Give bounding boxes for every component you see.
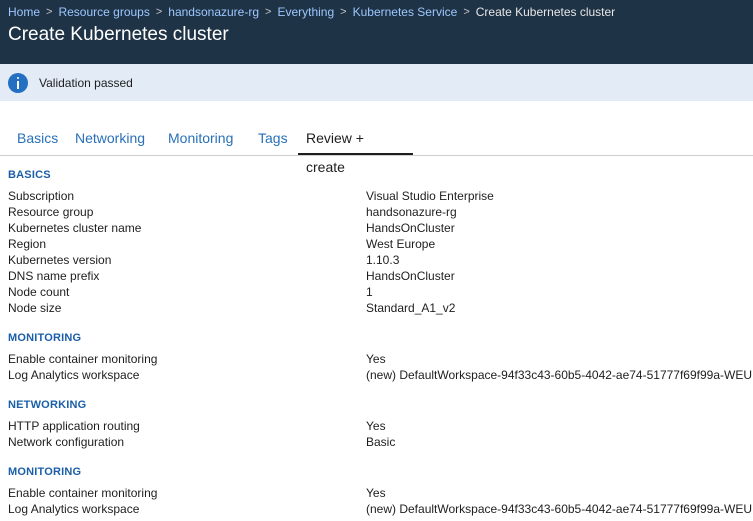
row-label: Network configuration (8, 435, 125, 449)
portal-header: Home > Resource groups > handsonazure-rg… (0, 0, 753, 64)
tab-tags[interactable]: Tags (250, 124, 296, 153)
breadcrumb-kubernetes-service[interactable]: Kubernetes Service (353, 4, 458, 20)
row-label: Kubernetes cluster name (8, 221, 142, 235)
info-icon (8, 72, 28, 93)
summary-row: Log Analytics workspace (new) DefaultWor… (8, 367, 753, 383)
row-label: Subscription (8, 189, 75, 203)
breadcrumb-everything[interactable]: Everything (277, 4, 334, 20)
row-value: HandsOnCluster (366, 269, 455, 283)
chevron-right-icon: > (340, 6, 347, 18)
section-title-monitoring: MONITORING (8, 466, 82, 478)
row-label: DNS name prefix (8, 269, 100, 283)
validation-banner: Validation passed (0, 64, 753, 101)
row-value: Yes (366, 486, 386, 500)
row-value: (new) DefaultWorkspace-94f33c43-60b5-404… (366, 502, 753, 516)
breadcrumb-current: Create Kubernetes cluster (475, 5, 616, 19)
row-label: Enable container monitoring (8, 352, 158, 366)
row-label: Kubernetes version (8, 253, 112, 267)
section-title-networking: NETWORKING (8, 399, 87, 411)
row-value: Basic (366, 435, 396, 449)
row-label: Resource group (8, 205, 94, 219)
tab-networking[interactable]: Networking (67, 124, 153, 153)
summary-row: Resource group handsonazure-rg (8, 204, 753, 220)
row-value: 1 (366, 285, 373, 299)
summary-row: Enable container monitoring Yes (8, 351, 753, 367)
row-value: Visual Studio Enterprise (366, 189, 494, 203)
section-title-monitoring: MONITORING (8, 332, 82, 344)
summary-row: Node count 1 (8, 284, 753, 300)
chevron-right-icon: > (265, 6, 272, 18)
tab-monitoring[interactable]: Monitoring (160, 124, 241, 153)
chevron-right-icon: > (46, 6, 53, 18)
tab-review-create[interactable]: Review + create (298, 124, 413, 175)
summary-row: Kubernetes version 1.10.3 (8, 252, 753, 268)
chevron-right-icon: > (155, 6, 163, 18)
summary-row: Log Analytics workspace (new) DefaultWor… (8, 501, 753, 517)
breadcrumb-resource-groups[interactable]: Resource groups (58, 4, 149, 20)
row-label: Enable container monitoring (8, 486, 158, 500)
breadcrumb-home[interactable]: Home (8, 4, 40, 20)
summary-row: Region West Europe (8, 236, 753, 252)
row-value: HandsOnCluster (366, 221, 455, 235)
summary-row: Network configuration Basic (8, 434, 753, 450)
section-title-basics: BASICS (8, 169, 51, 181)
breadcrumb-resource-group[interactable]: handsonazure-rg (168, 4, 259, 20)
summary-row: DNS name prefix HandsOnCluster (8, 268, 753, 284)
row-value: 1.10.3 (366, 253, 400, 267)
row-value: West Europe (366, 237, 436, 251)
row-label: HTTP application routing (8, 419, 140, 433)
validation-message: Validation passed (39, 75, 133, 90)
row-label: Node count (8, 285, 70, 299)
breadcrumb: Home > Resource groups > handsonazure-rg… (8, 4, 615, 20)
row-value: Yes (366, 352, 386, 366)
summary-row: Subscription Visual Studio Enterprise (8, 188, 753, 204)
row-label: Node size (8, 301, 62, 315)
row-value: (new) DefaultWorkspace-94f33c43-60b5-404… (366, 368, 753, 382)
row-value: Yes (366, 419, 386, 433)
chevron-right-icon: > (463, 6, 470, 18)
row-label: Log Analytics workspace (8, 502, 140, 516)
row-label: Region (8, 237, 47, 251)
page-title: Create Kubernetes cluster (8, 24, 229, 45)
summary-row: Enable container monitoring Yes (8, 485, 753, 501)
row-value: handsonazure-rg (366, 205, 457, 219)
tab-bar: Basics Networking Monitoring Tags Review… (0, 124, 753, 175)
row-value: Standard_A1_v2 (366, 301, 456, 315)
summary-row: HTTP application routing Yes (8, 418, 753, 434)
row-label: Log Analytics workspace (8, 368, 140, 382)
summary-row: Node size Standard_A1_v2 (8, 300, 753, 316)
tab-basics[interactable]: Basics (9, 124, 66, 153)
summary-row: Kubernetes cluster name HandsOnCluster (8, 220, 753, 236)
